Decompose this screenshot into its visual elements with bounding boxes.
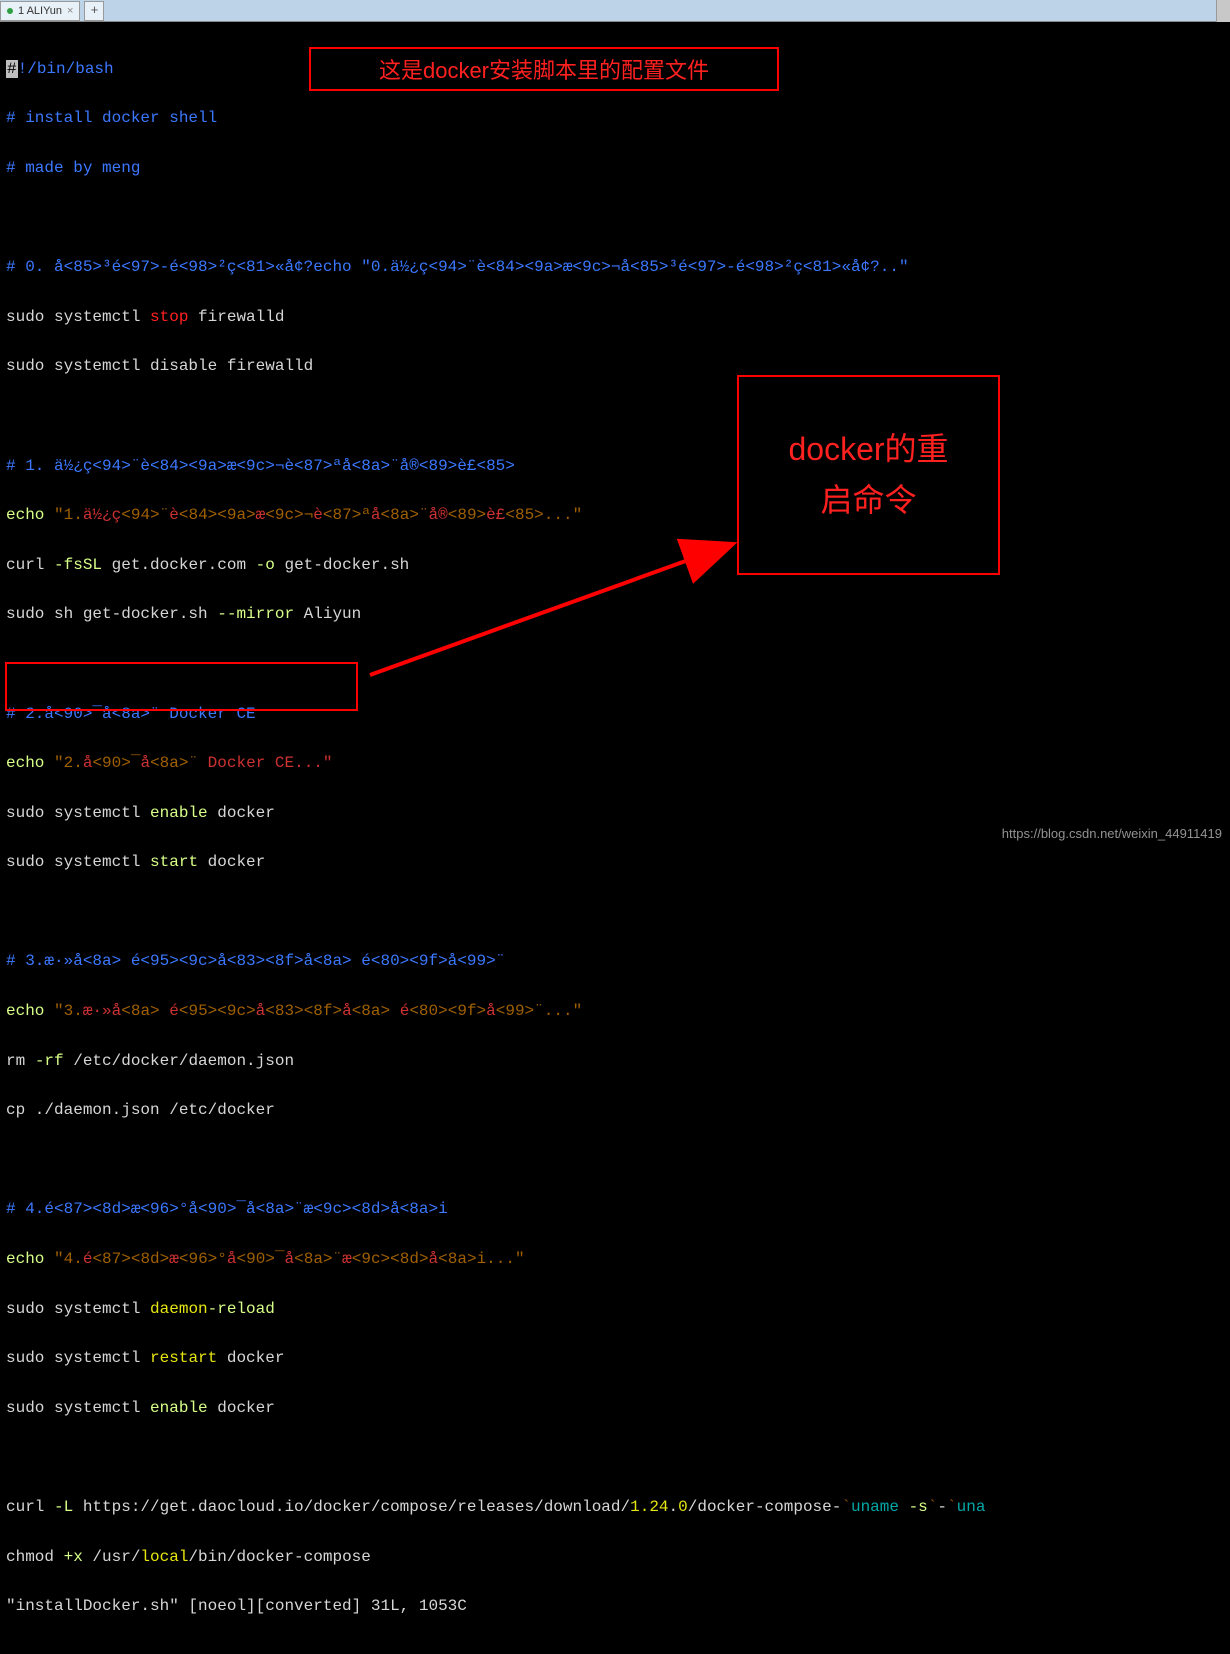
status-dot-icon <box>7 8 13 14</box>
code-line: sudo systemctl enable docker <box>6 1396 1224 1421</box>
code-line: cp ./daemon.json /etc/docker <box>6 1098 1224 1123</box>
code-line: # 0. å<85>³é<97>-é<98>²ç<81>«å¢?echo "0.… <box>6 255 1224 280</box>
code-line: # 2.å<90>¯å<8a>¨ Docker CE <box>6 702 1224 727</box>
vim-status-line: "installDocker.sh" [noeol][converted] 31… <box>6 1594 1224 1619</box>
code-line: sudo systemctl stop firewalld <box>6 305 1224 330</box>
code-line: # install docker shell <box>6 106 1224 131</box>
code-line: # made by meng <box>6 156 1224 181</box>
annotation-right: docker的重 启命令 <box>737 375 1000 575</box>
terminal-tab[interactable]: 1 ALIYun × <box>0 1 80 21</box>
code-line: # 3.æ·»å<8a> é<95><9c>å<83><8f>å<8a> é<8… <box>6 949 1224 974</box>
code-line: # 1. ä½¿ç<94>¨è<84><9a>æ<9c>¬è<87>ªå<8a>… <box>6 454 1224 479</box>
annotation-top: 这是docker安装脚本里的配置文件 <box>309 47 779 91</box>
code-line: curl -fsSL get.docker.com -o get-docker.… <box>6 553 1224 578</box>
blank-line <box>6 1445 1224 1470</box>
blank-line <box>6 1148 1224 1173</box>
code-line: curl -L https://get.daocloud.io/docker/c… <box>6 1495 1224 1520</box>
code-line: sudo systemctl start docker <box>6 850 1224 875</box>
blank-line <box>6 404 1224 429</box>
watermark: https://blog.csdn.net/weixin_44911419 <box>1002 826 1222 841</box>
code-line: echo "1.ä½¿ç<94>¨è<84><9a>æ<9c>¬è<87>ªå<… <box>6 503 1224 528</box>
code-line: # 4.é<87><8d>æ<96>°å<90>¯å<8a>¨æ<9c><8d>… <box>6 1197 1224 1222</box>
code-line: sudo systemctl restart docker <box>6 1346 1224 1371</box>
add-tab-button[interactable]: + <box>84 1 104 21</box>
scrollbar-stub[interactable] <box>1216 0 1230 22</box>
close-icon[interactable]: × <box>67 5 73 17</box>
tab-title: 1 ALIYun <box>18 5 62 17</box>
blank-line <box>6 652 1224 677</box>
code-line: echo "2.å<90>¯å<8a>¨ Docker CE..." <box>6 751 1224 776</box>
code-line: chmod +x /usr/local/bin/docker-compose <box>6 1545 1224 1570</box>
code-line: sudo sh get-docker.sh --mirror Aliyun <box>6 602 1224 627</box>
blank-line <box>6 900 1224 925</box>
code-line: sudo systemctl daemon-reload <box>6 1297 1224 1322</box>
blank-line <box>6 206 1224 231</box>
tab-bar: 1 ALIYun × + <box>0 0 1230 22</box>
code-line: sudo systemctl enable docker <box>6 801 1224 826</box>
code-line: sudo systemctl disable firewalld <box>6 354 1224 379</box>
code-line: rm -rf /etc/docker/daemon.json <box>6 1049 1224 1074</box>
code-line: echo "3.æ·»å<8a> é<95><9c>å<83><8f>å<8a>… <box>6 999 1224 1024</box>
code-line: echo "4.é<87><8d>æ<96>°å<90>¯å<8a>¨æ<9c>… <box>6 1247 1224 1272</box>
